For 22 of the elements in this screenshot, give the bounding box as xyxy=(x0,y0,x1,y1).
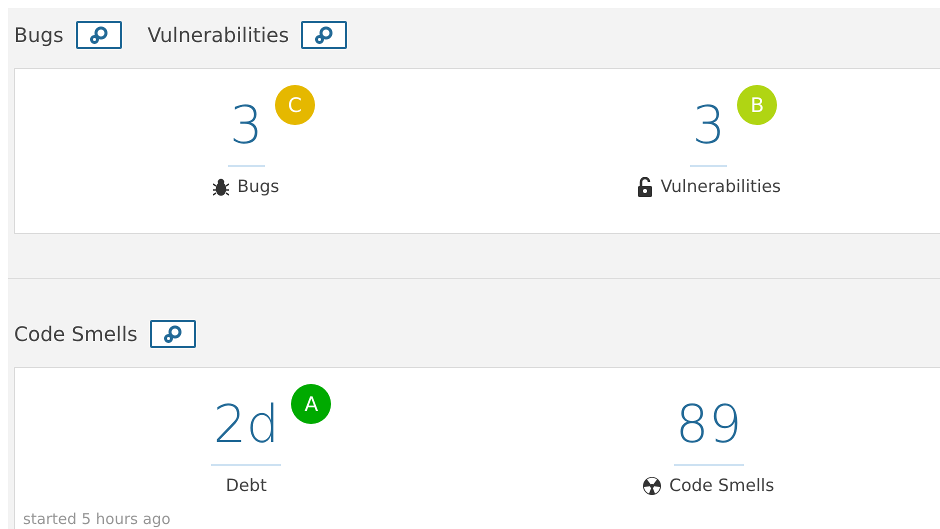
bug-icon xyxy=(213,178,230,196)
analysis-time: started 5 hours ago xyxy=(23,510,171,528)
section-title: Vulnerabilities xyxy=(148,23,290,47)
unlocked-padlock-icon xyxy=(636,177,653,197)
metric-value[interactable]: 2d xyxy=(211,394,282,466)
section-title: Bugs xyxy=(14,23,64,47)
section-title: Code Smells xyxy=(14,322,138,346)
link-button[interactable] xyxy=(150,320,196,348)
metric-value[interactable]: 3 xyxy=(228,95,265,167)
metric-value[interactable]: 89 xyxy=(674,394,744,466)
link-icon xyxy=(88,25,109,45)
link-button[interactable] xyxy=(76,21,122,49)
metric-value[interactable]: 3 xyxy=(690,95,728,167)
metric-label: Vulnerabilities xyxy=(660,177,781,197)
link-icon xyxy=(162,324,183,344)
radiation-icon xyxy=(643,477,662,495)
link-icon xyxy=(314,25,334,45)
metric-label: Debt xyxy=(226,476,267,496)
metric-label: Bugs xyxy=(237,177,280,197)
rating-badge[interactable]: A xyxy=(291,384,332,424)
link-button[interactable] xyxy=(301,21,348,49)
metric-label: Code Smells xyxy=(669,476,774,496)
